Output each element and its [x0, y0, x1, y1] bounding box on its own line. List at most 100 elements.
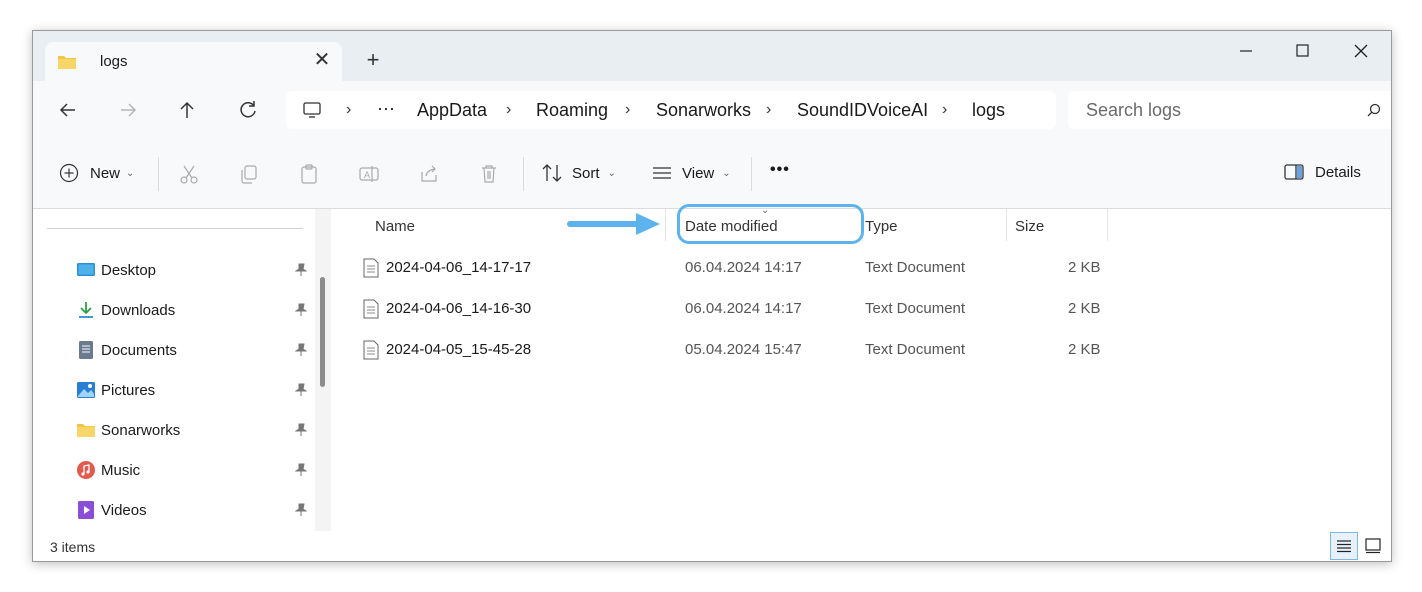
sidebar-item-label: Pictures	[101, 382, 156, 399]
refresh-icon[interactable]	[235, 97, 261, 123]
navigation-bar: › ··· AppData › Roaming › Sonarworks › S…	[33, 81, 1391, 139]
details-view-button[interactable]	[1330, 532, 1358, 560]
back-arrow-icon[interactable]	[55, 97, 81, 123]
more-options-button[interactable]: •••	[770, 161, 790, 179]
sidebar-scroll-thumb[interactable]	[320, 277, 325, 387]
share-icon[interactable]	[418, 163, 440, 185]
view-icon	[653, 167, 671, 179]
pin-icon[interactable]	[295, 503, 307, 517]
music-icon	[77, 461, 95, 479]
delete-icon[interactable]	[478, 163, 500, 185]
new-button[interactable]: New ⌄	[59, 163, 134, 183]
sidebar-item-label: Videos	[101, 502, 147, 519]
text-file-icon	[363, 340, 379, 360]
column-header-size[interactable]: Size	[1015, 218, 1044, 235]
file-name: 2024-04-06_14-17-17	[386, 259, 532, 276]
column-header-type[interactable]: Type	[865, 218, 898, 235]
plus-circle-icon	[59, 163, 79, 183]
sidebar-item-documents[interactable]: Documents	[77, 339, 327, 363]
table-row[interactable]: 2024-04-06_14-16-30 06.04.2024 14:17 Tex…	[331, 294, 1391, 324]
breadcrumb-separator[interactable]: ›	[625, 101, 630, 119]
sidebar-item-videos[interactable]: Videos	[77, 499, 327, 523]
breadcrumb-overflow[interactable]: ···	[377, 98, 395, 119]
tab-logs[interactable]: logs ✕	[45, 42, 342, 82]
search-icon[interactable]	[1366, 102, 1382, 118]
navigation-pane: Desktop Downloads Documents Pictures Son…	[33, 209, 330, 531]
sidebar-item-pictures[interactable]: Pictures	[77, 379, 327, 403]
details-view-icon	[1337, 540, 1351, 553]
cut-icon[interactable]	[178, 163, 200, 185]
sidebar-item-music[interactable]: Music	[77, 459, 327, 483]
pin-icon[interactable]	[295, 383, 307, 397]
desktop-icon	[77, 263, 95, 276]
pin-icon[interactable]	[295, 303, 307, 317]
details-button[interactable]: Details	[1283, 163, 1361, 181]
file-size: 2 KB	[1068, 259, 1101, 276]
file-size: 2 KB	[1068, 341, 1101, 358]
table-row[interactable]: 2024-04-05_15-45-28 05.04.2024 15:47 Tex…	[331, 335, 1391, 365]
column-separator[interactable]	[1107, 209, 1108, 241]
sidebar-item-sonarworks[interactable]: Sonarworks	[77, 419, 327, 443]
folder-icon	[77, 424, 95, 437]
file-type: Text Document	[865, 300, 966, 317]
sidebar-item-downloads[interactable]: Downloads	[77, 299, 327, 323]
breadcrumb-separator[interactable]: ›	[942, 101, 947, 119]
new-tab-button[interactable]: +	[361, 48, 385, 72]
svg-text:A: A	[364, 170, 370, 180]
chevron-down-icon: ⌄	[722, 167, 731, 179]
new-label: New	[90, 164, 121, 182]
breadcrumb-sonarworks[interactable]: Sonarworks	[656, 100, 751, 121]
sidebar-item-label: Downloads	[101, 302, 176, 319]
search-placeholder: Search logs	[1086, 100, 1182, 120]
maximize-icon[interactable]	[1282, 37, 1322, 65]
address-bar[interactable]: › ··· AppData › Roaming › Sonarworks › S…	[286, 91, 1056, 129]
table-row[interactable]: 2024-04-06_14-17-17 06.04.2024 14:17 Tex…	[331, 253, 1391, 283]
file-date: 06.04.2024 14:17	[685, 259, 802, 276]
item-count: 3 items	[50, 539, 96, 555]
chevron-down-icon: ⌄	[126, 167, 135, 179]
divider	[158, 157, 159, 191]
text-file-icon	[363, 258, 379, 278]
file-size: 2 KB	[1068, 300, 1101, 317]
breadcrumb-separator[interactable]: ›	[506, 101, 511, 119]
column-header-name[interactable]: Name	[375, 218, 415, 235]
pictures-icon	[77, 382, 95, 398]
pin-icon[interactable]	[295, 423, 307, 437]
breadcrumb-roaming[interactable]: Roaming	[536, 100, 608, 121]
sidebar-item-label: Desktop	[101, 262, 157, 279]
minimize-icon[interactable]	[1226, 37, 1266, 65]
copy-icon[interactable]	[238, 163, 260, 185]
this-pc-icon[interactable]	[302, 100, 322, 120]
folder-icon	[58, 56, 76, 69]
pin-icon[interactable]	[295, 343, 307, 357]
rename-icon[interactable]: A	[358, 163, 380, 185]
sort-button[interactable]: Sort ⌄	[541, 163, 616, 183]
search-input[interactable]: Search logs	[1068, 91, 1391, 129]
file-name: 2024-04-06_14-16-30	[386, 300, 532, 317]
file-name: 2024-04-05_15-45-28	[386, 341, 532, 358]
file-type: Text Document	[865, 259, 966, 276]
breadcrumb-soundidvoiceai[interactable]: SoundIDVoiceAI	[797, 100, 928, 121]
forward-arrow-icon[interactable]	[115, 97, 141, 123]
view-button[interactable]: View ⌄	[651, 163, 731, 183]
close-window-icon[interactable]	[1341, 37, 1381, 65]
sidebar-item-desktop[interactable]: Desktop	[77, 259, 327, 283]
column-separator[interactable]	[1006, 209, 1007, 241]
file-list: Name ⌄ Date modified Type Size 2024-04-0…	[331, 204, 1391, 531]
breadcrumb-separator[interactable]: ›	[766, 101, 771, 119]
paste-icon[interactable]	[298, 163, 320, 185]
breadcrumb-appdata[interactable]: AppData	[417, 100, 487, 121]
downloads-icon	[79, 302, 93, 318]
close-tab-button[interactable]: ✕	[310, 48, 334, 72]
sidebar-item-label: Music	[101, 462, 141, 479]
divider	[751, 157, 752, 191]
pin-icon[interactable]	[295, 263, 307, 277]
up-arrow-icon[interactable]	[174, 97, 200, 123]
tiles-view-icon[interactable]	[1365, 538, 1381, 554]
file-type: Text Document	[865, 341, 966, 358]
pin-icon[interactable]	[295, 463, 307, 477]
breadcrumb-separator[interactable]: ›	[346, 101, 351, 119]
sort-icon	[542, 164, 562, 182]
breadcrumb-logs[interactable]: logs	[972, 100, 1005, 121]
sort-label: Sort	[572, 164, 600, 182]
